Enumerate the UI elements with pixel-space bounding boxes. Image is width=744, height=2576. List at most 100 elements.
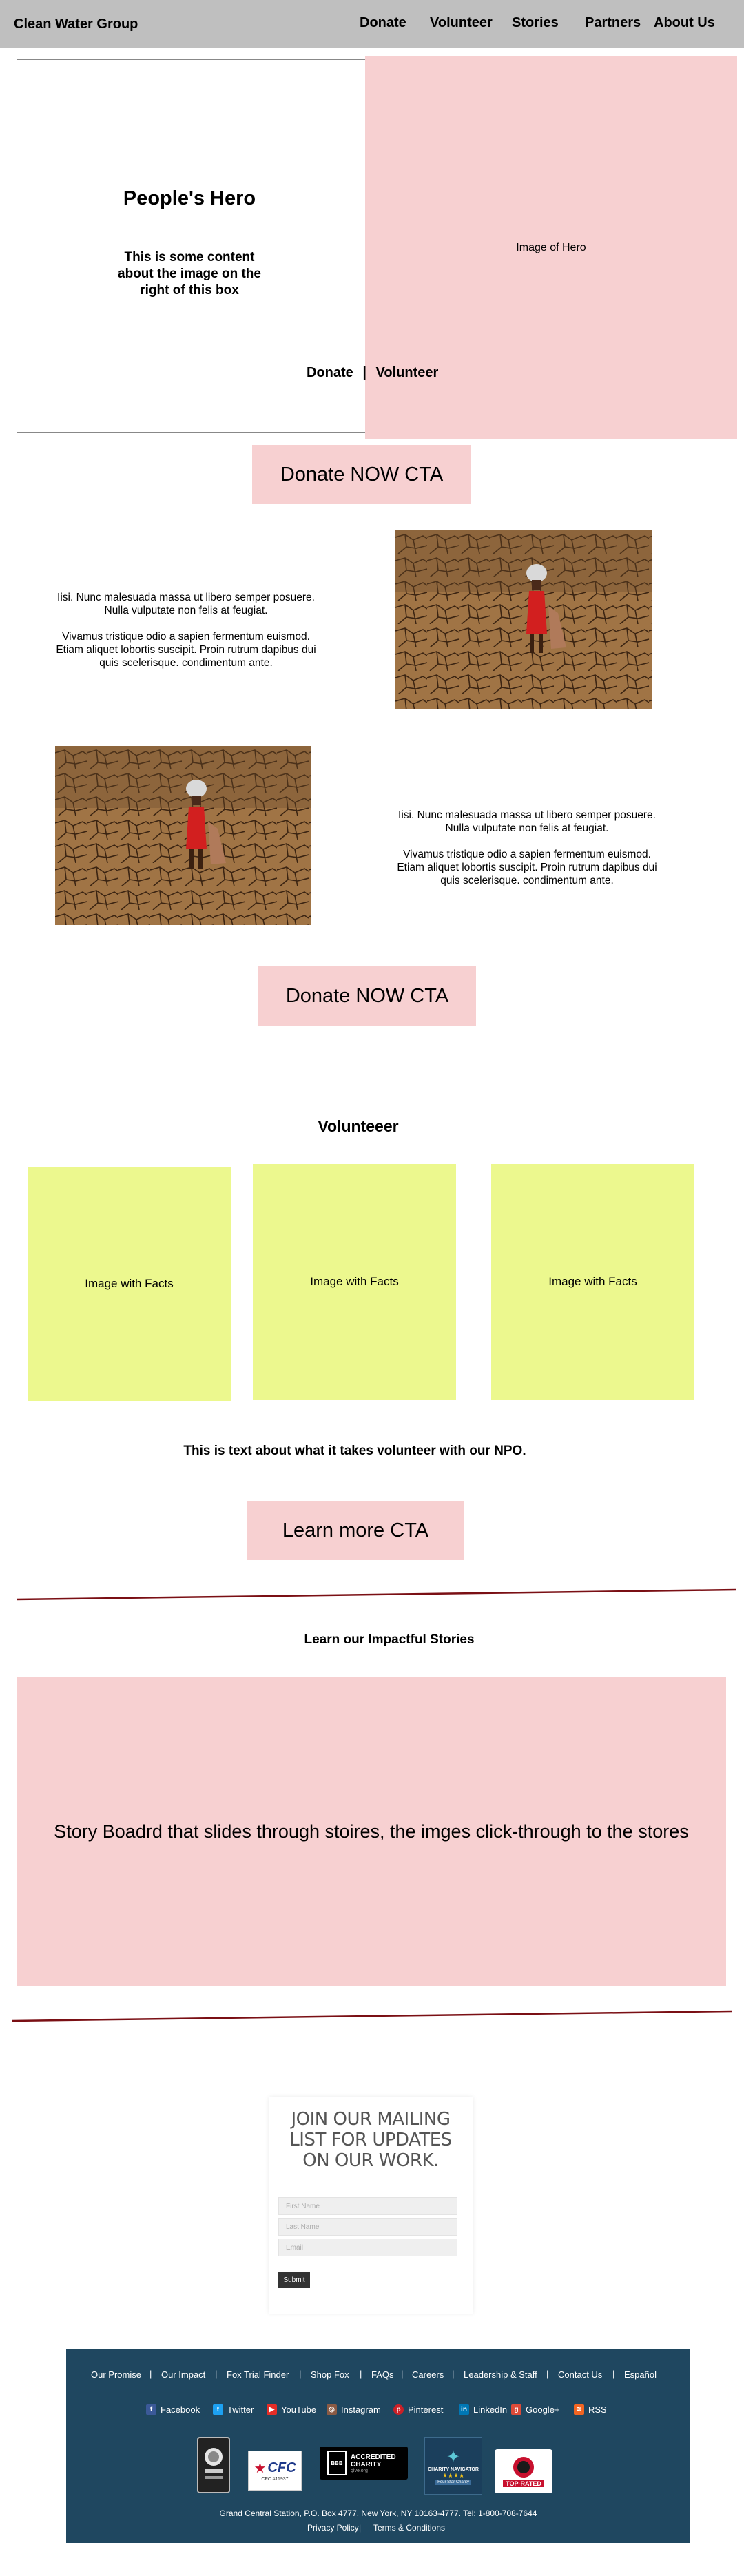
fact-card-3[interactable]: Image with Facts <box>491 1164 694 1400</box>
facebook-icon: f <box>146 2404 156 2415</box>
fact-card-label: Image with Facts <box>85 1277 174 1290</box>
donate-now-cta-button[interactable]: Donate NOW CTA <box>252 445 471 504</box>
footer-social-google-plus[interactable]: g Google+ <box>511 2404 560 2415</box>
section-divider-2 <box>12 2010 732 2022</box>
footer-social-instagram[interactable]: ◎ Instagram <box>327 2404 381 2415</box>
twitter-label: Twitter <box>227 2404 254 2415</box>
footer-link-shop-fox[interactable]: Shop Fox <box>311 2369 349 2380</box>
footer-link-faqs[interactable]: FAQs <box>371 2369 394 2380</box>
bbb-torch-icon: BBB <box>327 2451 347 2475</box>
facebook-label: Facebook <box>161 2404 200 2415</box>
content-text-line2: Vivamus tristique odio a sapien fermentu… <box>397 849 657 886</box>
top-rated-badge[interactable]: TOP-RATED <box>495 2449 552 2493</box>
hero-links: Donate | Volunteer <box>307 365 438 381</box>
footer-separator: | <box>299 2369 302 2379</box>
google-plus-icon: g <box>511 2404 521 2415</box>
youtube-label: YouTube <box>281 2404 317 2415</box>
volunteer-heading: Volunteeer <box>318 1117 399 1135</box>
hero-image-label: Image of Hero <box>516 241 586 253</box>
stories-heading: Learn our Impactful Stories <box>304 1632 475 1647</box>
footer-social-facebook[interactable]: f Facebook <box>146 2404 200 2415</box>
footer-address: Grand Central Station, P.O. Box 4777, Ne… <box>219 2509 537 2518</box>
fact-card-1[interactable]: Image with Facts <box>28 1167 231 1401</box>
footer-social-youtube[interactable]: ▶ YouTube <box>267 2404 316 2415</box>
footer-separator: | <box>612 2369 615 2379</box>
four-stars-icon: ★★★★ <box>442 2471 465 2479</box>
footer-link-contact-us[interactable]: Contact Us <box>558 2369 602 2380</box>
hero-link-separator: | <box>362 365 366 380</box>
top-nav-bar: Clean Water Group Donate Volunteer Stori… <box>0 0 744 48</box>
star-icon: ★ <box>254 2461 267 2476</box>
learn-more-cta-button[interactable]: Learn more CTA <box>247 1501 464 1560</box>
footer-social-pinterest[interactable]: p Pinterest <box>393 2404 443 2415</box>
footer-link-espanol[interactable]: Español <box>624 2369 657 2380</box>
twitter-icon: t <box>213 2404 223 2415</box>
email-field[interactable]: Email <box>278 2239 457 2256</box>
submit-button[interactable]: Submit <box>278 2272 310 2288</box>
charity-navigator-text: CHARITY NAVIGATOR <box>428 2466 479 2472</box>
top-rated-seal-icon <box>513 2457 534 2478</box>
footer-separator: | <box>401 2369 404 2379</box>
section-divider <box>16 1588 736 1601</box>
drought-photo-graphic <box>395 530 652 709</box>
google-plus-label: Google+ <box>526 2404 560 2415</box>
footer-link-careers[interactable]: Careers <box>412 2369 444 2380</box>
footer-separator: | <box>360 2369 362 2379</box>
brand-name[interactable]: Clean Water Group <box>14 17 138 32</box>
volunteer-description: This is text about what it takes volunte… <box>183 1444 526 1458</box>
footer-link-our-impact[interactable]: Our Impact <box>161 2369 205 2380</box>
footer-social-linkedin[interactable]: in LinkedIn <box>459 2404 507 2415</box>
footer-separator: | <box>149 2369 152 2379</box>
footer-link-fox-trial-finder[interactable]: Fox Trial Finder <box>227 2369 289 2380</box>
footer-social-twitter[interactable]: t Twitter <box>213 2404 254 2415</box>
story-board-label: Story Boadrd that slides through stoires… <box>54 1820 689 1842</box>
nav-about-us[interactable]: About Us <box>654 15 715 31</box>
mailing-list-title: JOIN OUR MAILING LIST FOR UPDATES ON OUR… <box>289 2109 452 2171</box>
hero-subtitle: This is some content about the image on … <box>118 250 261 298</box>
footer-separator: | <box>452 2369 455 2379</box>
last-name-field[interactable]: Last Name <box>278 2218 457 2236</box>
water-carrier-photo-2 <box>55 746 311 925</box>
fact-card-2[interactable]: Image with Facts <box>253 1164 456 1400</box>
pinterest-label: Pinterest <box>408 2404 444 2415</box>
rss-icon: ≋ <box>574 2404 584 2415</box>
linkedin-icon: in <box>459 2404 469 2415</box>
charity-navigator-badge[interactable]: ✦ CHARITY NAVIGATOR ★★★★ Four Star Chari… <box>424 2437 482 2495</box>
privacy-policy-link[interactable]: Privacy Policy <box>307 2523 359 2533</box>
water-carrier-photo <box>395 530 652 709</box>
footer-link-leadership-staff[interactable]: Leadership & Staff <box>464 2369 537 2380</box>
instagram-icon: ◎ <box>327 2404 337 2415</box>
content-text-line1: Iisi. Nunc malesuada massa ut libero sem… <box>57 592 315 616</box>
footer-social-rss[interactable]: ≋ RSS <box>574 2404 607 2415</box>
bbb-accredited-badge[interactable]: BBB ACCREDITED CHARITY give.org <box>320 2447 408 2480</box>
content-text-line2: Vivamus tristique odio a sapien fermentu… <box>56 631 316 669</box>
terms-conditions-link[interactable]: Terms & Conditions <box>373 2523 445 2533</box>
mailing-list-signup: JOIN OUR MAILING LIST FOR UPDATES ON OUR… <box>269 2097 473 2314</box>
top-rated-text: TOP-RATED <box>503 2480 544 2487</box>
cfc-badge[interactable]: ★ CFC CFC #11937 <box>248 2451 302 2491</box>
donate-now-cta-button-2[interactable]: Donate NOW CTA <box>258 966 476 1026</box>
footer-separator: | <box>546 2369 549 2379</box>
site-footer: Our Promise | Our Impact | Fox Trial Fin… <box>66 2349 690 2543</box>
first-name-field[interactable]: First Name <box>278 2197 457 2215</box>
instagram-label: Instagram <box>341 2404 381 2415</box>
content-text-block: Iisi. Nunc malesuada massa ut libero sem… <box>55 591 317 669</box>
rss-label: RSS <box>588 2404 607 2415</box>
cfc-text: CFC <box>267 2460 296 2475</box>
hero-donate-link[interactable]: Donate <box>307 365 353 380</box>
nav-partners[interactable]: Partners <box>585 15 641 31</box>
nav-stories[interactable]: Stories <box>512 15 559 31</box>
drought-photo-graphic-2 <box>55 746 311 925</box>
seal-badge[interactable] <box>197 2437 230 2493</box>
nav-volunteer[interactable]: Volunteer <box>430 15 493 31</box>
story-board-carousel[interactable]: Story Boadrd that slides through stoires… <box>17 1677 726 1986</box>
bbb-text: ACCREDITED CHARITY <box>351 2453 396 2469</box>
fact-card-label: Image with Facts <box>548 1275 637 1288</box>
nav-donate[interactable]: Donate <box>360 15 406 31</box>
linkedin-label: LinkedIn <box>473 2404 508 2415</box>
content-text-block-2: Iisi. Nunc malesuada massa ut libero sem… <box>396 809 658 887</box>
youtube-icon: ▶ <box>267 2404 277 2415</box>
charity-navigator-star-icon: ✦ <box>446 2447 461 2466</box>
footer-link-our-promise[interactable]: Our Promise <box>91 2369 141 2380</box>
hero-volunteer-link[interactable]: Volunteer <box>376 365 439 380</box>
